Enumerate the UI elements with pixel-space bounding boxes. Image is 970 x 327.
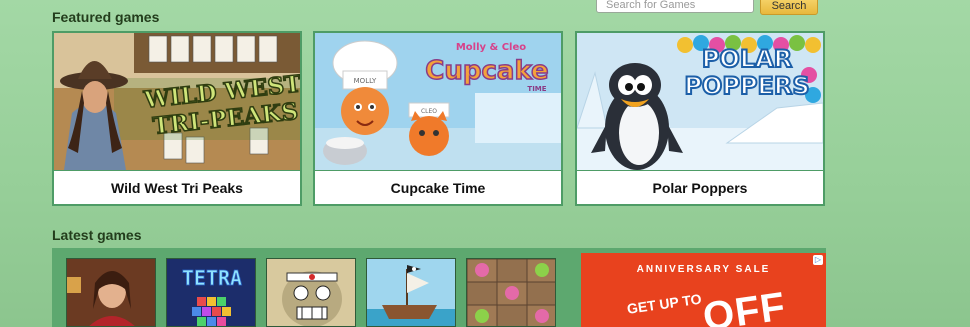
featured-games-title: Featured games (52, 9, 160, 25)
latest-games-title: Latest games (52, 227, 142, 243)
ad-subline: GET UP TO (626, 290, 703, 317)
featured-game-card-wild-west-tri-peaks[interactable]: WILD WEST TRI-PEAKS Wild West Tri Peaks (52, 31, 302, 206)
ad-headline: ANNIVERSARY SALE (636, 264, 771, 275)
polar-art-title-2: POPPERS (684, 72, 809, 100)
latest-game-thumb-2[interactable]: TETRA (166, 258, 256, 327)
card-title-wild-west-tri-peaks[interactable]: Wild West Tri Peaks (54, 170, 300, 204)
latest-game-thumb-3[interactable] (266, 258, 356, 327)
ad-choices-icon[interactable]: ▷ (813, 255, 823, 265)
latest-game-thumb-1[interactable] (66, 258, 156, 327)
polar-art-title-1: POLAR (702, 45, 792, 73)
latest-game-thumb-5[interactable] (466, 258, 556, 327)
card-title-cupcake-time[interactable]: Cupcake Time (315, 170, 561, 204)
cupcake-brand-text: Molly & Cleo (456, 42, 526, 53)
featured-game-card-polar-poppers[interactable]: POLAR POPPERS Polar Poppers (575, 31, 825, 206)
cupcake-hat-text-molly: MOLLY (354, 77, 377, 85)
featured-game-card-cupcake-time[interactable]: MOLLY CLEO Molly & Cleo Cupcake TIME Cup… (313, 31, 563, 206)
latest-game-thumb-4[interactable] (366, 258, 456, 327)
card-title-polar-poppers[interactable]: Polar Poppers (577, 170, 823, 204)
search-input[interactable] (596, 0, 754, 13)
polar-poppers-art[interactable]: POLAR POPPERS (577, 33, 823, 170)
ad-off-text: OFF (700, 284, 789, 327)
cupcake-hat-text-cleo: CLEO (421, 108, 437, 115)
cupcake-art-subtitle: TIME (527, 85, 546, 93)
wild-west-tri-peaks-art[interactable]: WILD WEST TRI-PEAKS (54, 33, 300, 170)
cupcake-art-title: Cupcake (425, 56, 548, 86)
cupcake-time-art[interactable]: MOLLY CLEO Molly & Cleo Cupcake TIME (315, 33, 561, 170)
tetra-art-title: TETRA (182, 266, 242, 290)
anniversary-sale-ad[interactable]: ANNIVERSARY SALE GET UP TO OFF ▷ (581, 253, 826, 327)
search-button[interactable]: Search (760, 0, 818, 15)
